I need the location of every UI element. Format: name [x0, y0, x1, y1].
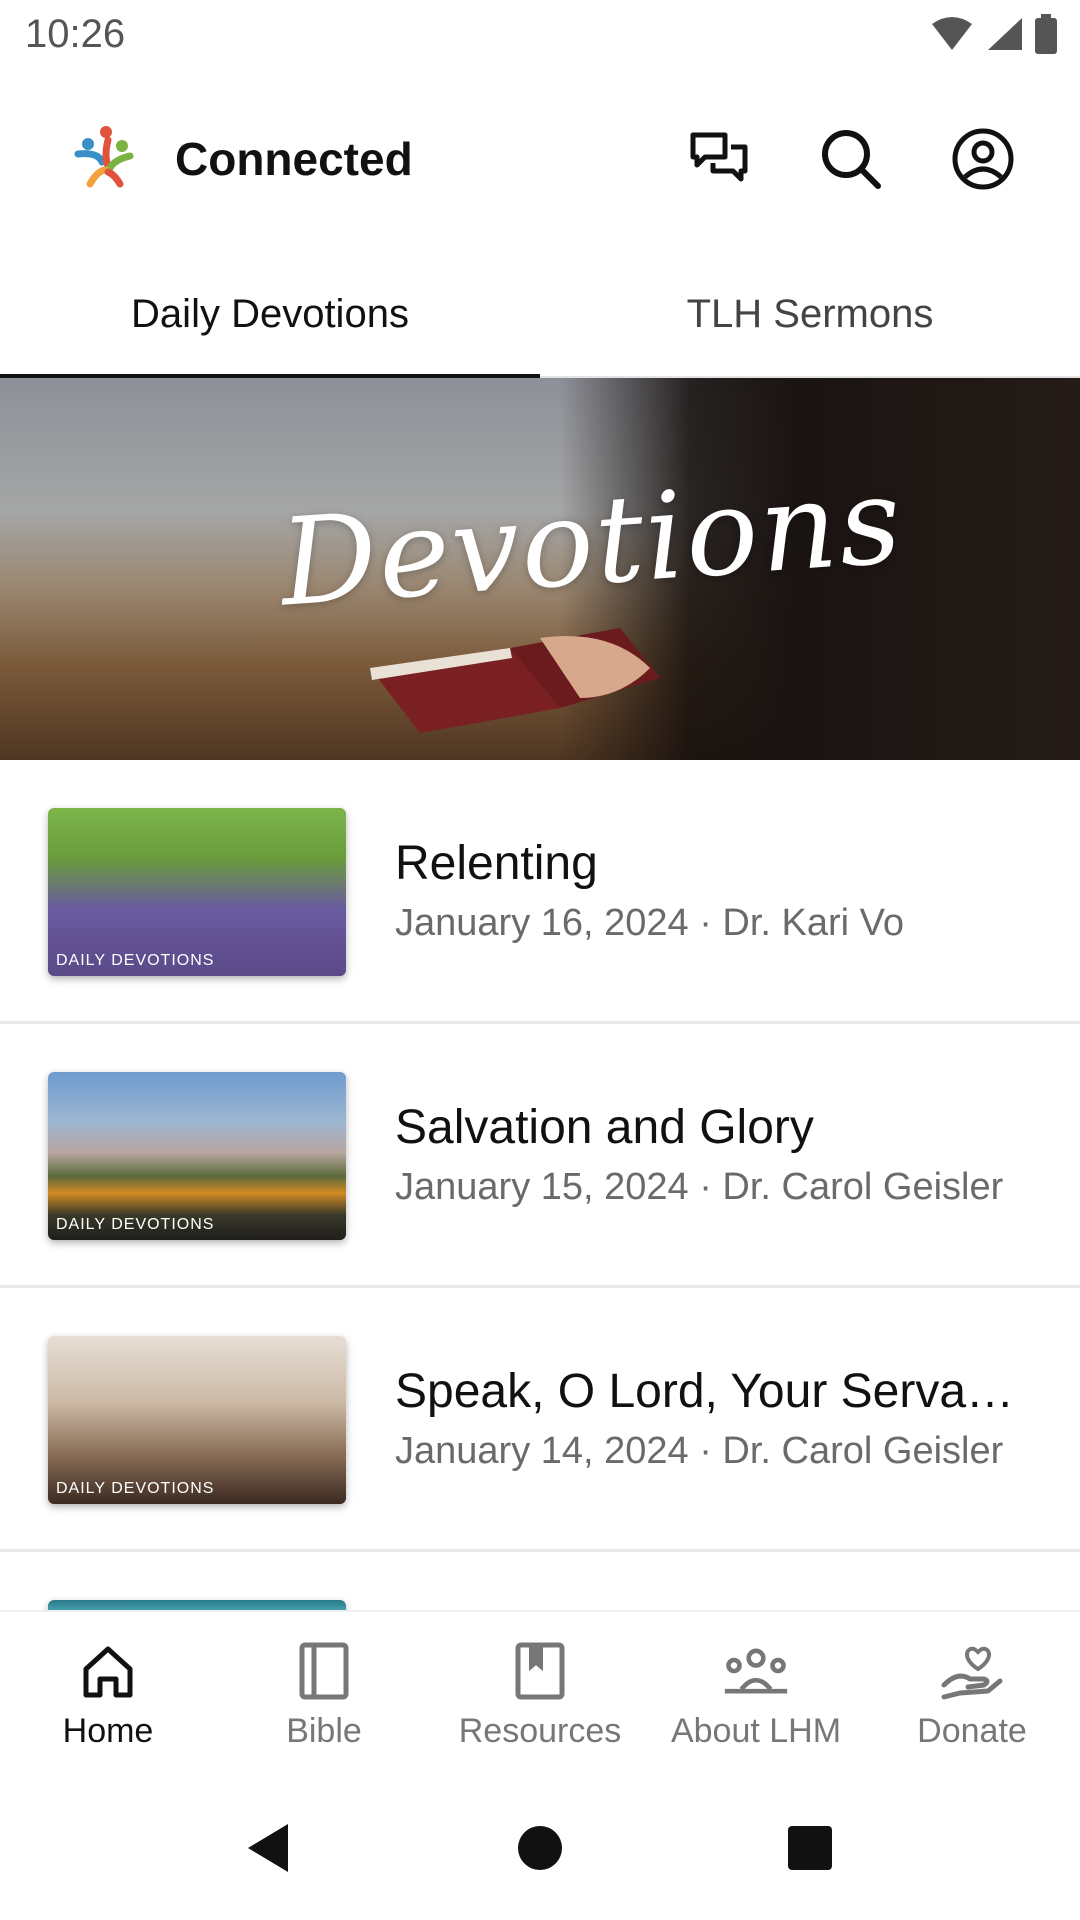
home-circle-icon[interactable] [510, 1818, 570, 1878]
system-navigation-bar [0, 1770, 1080, 1920]
nav-about[interactable]: About LHM [648, 1612, 864, 1770]
account-icon [952, 128, 1014, 190]
wifi-icon [932, 17, 972, 50]
thumbnail-label: DAILY DEVOTIONS [56, 1480, 215, 1497]
chat-button[interactable] [682, 122, 756, 196]
account-button[interactable] [946, 122, 1020, 196]
devotions-list: DAILY DEVOTIONS Relenting January 16, 20… [0, 760, 1080, 1612]
recents-icon[interactable] [780, 1818, 840, 1878]
bottom-navigation: Home Bible Resources About LHM Donate [0, 1610, 1080, 1770]
item-title: Salvation and Glory [395, 1101, 814, 1154]
nav-resources-label: Resources [458, 1712, 622, 1750]
item-subtitle: January 14, 2024 · Dr. Carol Geisler [395, 1430, 1004, 1472]
signal-icon [988, 18, 1022, 50]
bookmark-book-icon [507, 1638, 573, 1704]
heart-hand-icon [939, 1638, 1005, 1704]
home-icon [75, 1638, 141, 1704]
status-bar: 10:26 [0, 0, 1080, 74]
list-item[interactable]: DAILY DEVOTIONS Speak, O Lord, Your Serv… [0, 1288, 1080, 1552]
nav-bible[interactable]: Bible [216, 1612, 432, 1770]
list-item[interactable]: DAILY DEVOTIONS Salvation and Glory Janu… [0, 1024, 1080, 1288]
search-icon [822, 130, 881, 189]
item-subtitle: January 15, 2024 · Dr. Carol Geisler [395, 1166, 1004, 1208]
tab-tlh-sermons[interactable]: TLH Sermons [540, 250, 1080, 378]
search-button[interactable] [814, 122, 888, 196]
status-time: 10:26 [25, 12, 126, 56]
book-icon [291, 1638, 357, 1704]
nav-home[interactable]: Home [0, 1612, 216, 1770]
nav-about-label: About LHM [670, 1712, 842, 1750]
tab-daily-devotions[interactable]: Daily Devotions [0, 250, 540, 380]
app-bar: Connected [0, 100, 1080, 220]
tab-bar: Daily Devotions TLH Sermons [0, 250, 1080, 380]
status-icons [930, 14, 1058, 54]
thumbnail-image: DAILY DEVOTIONS [48, 1072, 346, 1240]
thumbnail-image: DAILY DEVOTIONS [48, 808, 346, 976]
nav-donate[interactable]: Donate [864, 1612, 1080, 1770]
nav-resources[interactable]: Resources [432, 1612, 648, 1770]
item-subtitle: January 16, 2024 · Dr. Kari Vo [395, 902, 905, 944]
chat-icon [690, 132, 748, 182]
item-title: Relenting [395, 837, 598, 890]
battery-icon [1035, 14, 1057, 54]
list-item-partial[interactable] [0, 1552, 1080, 1612]
app-logo-icon [74, 126, 134, 188]
nav-home-label: Home [62, 1712, 154, 1750]
nav-donate-label: Donate [917, 1712, 1027, 1750]
thumbnail-image: DAILY DEVOTIONS [48, 1336, 346, 1504]
list-item[interactable]: DAILY DEVOTIONS Relenting January 16, 20… [0, 760, 1080, 1024]
item-title: Speak, O Lord, Your Servant Hears [395, 1365, 1035, 1418]
thumbnail-label: DAILY DEVOTIONS [56, 952, 215, 969]
back-icon[interactable] [240, 1818, 300, 1878]
nav-bible-label: Bible [286, 1712, 362, 1750]
app-actions [682, 122, 1020, 196]
devotions-banner[interactable]: Devotions [0, 378, 1080, 760]
group-icon [723, 1638, 789, 1704]
thumbnail-label: DAILY DEVOTIONS [56, 1216, 215, 1233]
app-title: Connected [175, 133, 413, 185]
